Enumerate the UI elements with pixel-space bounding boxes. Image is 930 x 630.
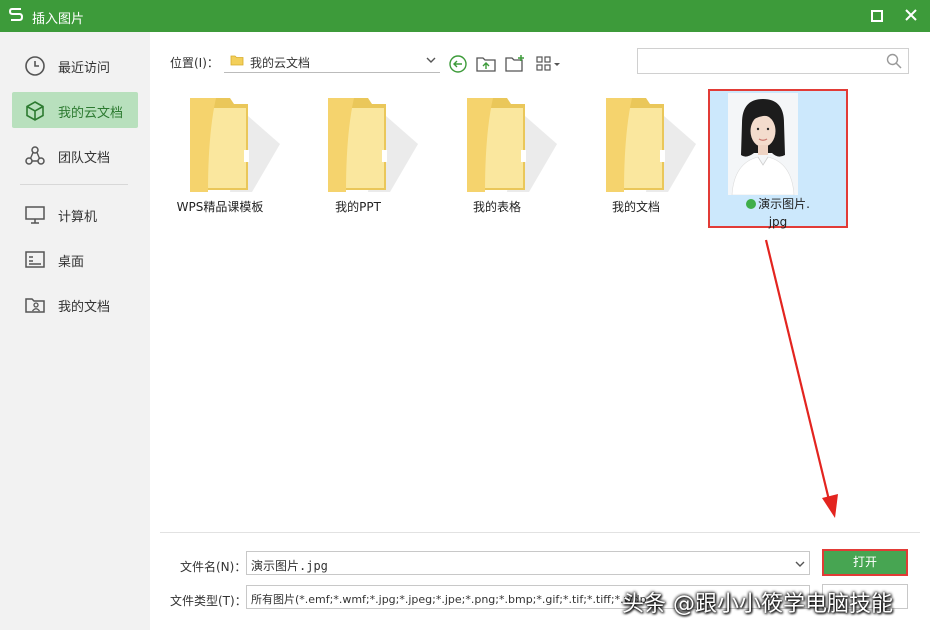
location-dropdown[interactable]: 我的云文档	[224, 48, 440, 73]
team-share-icon	[25, 146, 45, 165]
clock-icon	[25, 56, 45, 76]
folder-icon	[328, 98, 418, 192]
title-bar: 插入图片	[0, 0, 930, 32]
sidebar-item-my-documents[interactable]: 我的文档	[12, 286, 138, 322]
cube-icon	[26, 101, 44, 121]
chevron-down-icon[interactable]	[795, 560, 805, 568]
search-input[interactable]	[637, 48, 909, 74]
window-title: 插入图片	[32, 12, 85, 27]
maximize-icon[interactable]	[866, 6, 888, 26]
folder-icon	[467, 98, 557, 192]
wps-s-logo-icon	[8, 8, 24, 21]
view-grid-icon[interactable]	[535, 54, 563, 74]
sidebar-item-computer[interactable]: 计算机	[12, 196, 138, 232]
sidebar-item-team-docs[interactable]: 团队文档	[12, 137, 138, 173]
sidebar-item-label: 团队文档	[58, 151, 111, 166]
watermark: 头条 @跟小小筱学电脑技能	[622, 592, 893, 617]
chevron-down-icon	[426, 57, 436, 63]
filename-field[interactable]: 演示图片.jpg	[246, 551, 810, 575]
filename-value: 演示图片.jpg	[251, 559, 328, 573]
filetype-value: 所有图片(*.emf;*.wmf;*.jpg;*.jpeg;*.jpe;*.pn…	[251, 593, 647, 606]
user-folder-icon	[25, 298, 45, 313]
file-name: WPS精品课模板	[176, 200, 264, 214]
sidebar-item-label: 桌面	[58, 255, 85, 270]
sidebar-item-label: 我的云文档	[58, 106, 124, 121]
synced-check-icon	[746, 199, 757, 209]
monitor-icon	[25, 206, 45, 224]
sidebar-item-cloud-docs[interactable]: 我的云文档	[12, 92, 138, 128]
folder-item[interactable]: 我的PPT	[298, 90, 418, 220]
folder-icon	[190, 98, 280, 192]
folder-item[interactable]: 我的文档	[576, 90, 696, 220]
divider	[160, 532, 920, 533]
open-button[interactable]: 打开	[822, 549, 908, 576]
filename-label: 文件名(N)：	[180, 560, 247, 574]
search-icon[interactable]	[886, 53, 902, 69]
location-label: 位置(I)：	[170, 56, 219, 70]
sidebar-item-desktop[interactable]: 桌面	[12, 241, 138, 277]
folder-item[interactable]: WPS精品课模板	[160, 90, 280, 220]
image-thumbnail	[728, 93, 798, 195]
desktop-icon	[25, 251, 45, 268]
folder-up-icon[interactable]	[475, 54, 497, 74]
new-folder-icon[interactable]	[504, 54, 526, 74]
sidebar-item-label: 最近访问	[58, 61, 111, 76]
file-name: 我的PPT	[335, 200, 381, 214]
sidebar-divider	[20, 184, 128, 185]
location-value: 我的云文档	[250, 56, 311, 70]
close-icon[interactable]	[900, 6, 922, 26]
filetype-label: 文件类型(T)：	[170, 594, 247, 608]
file-name: 我的文档	[611, 200, 660, 214]
image-file-item[interactable]: 演示图片. jpg	[708, 89, 848, 231]
sidebar-item-label: 我的文档	[58, 300, 111, 315]
folder-item[interactable]: 我的表格	[437, 90, 557, 220]
sidebar: 最近访问 我的云文档 团队文档 计算机 桌面 我的文档	[0, 32, 150, 630]
sidebar-item-recent[interactable]: 最近访问	[12, 47, 138, 83]
back-icon[interactable]	[447, 54, 469, 74]
sidebar-item-label: 计算机	[58, 210, 98, 225]
file-name: 我的表格	[472, 200, 521, 214]
folder-icon	[230, 55, 244, 66]
file-name: 演示图片. jpg	[710, 195, 846, 231]
folder-icon	[606, 98, 696, 192]
file-browser: 位置(I)： 我的云文档 WPS精品课模板 我的PPT 我的表格 我的文档 演示…	[150, 32, 930, 630]
